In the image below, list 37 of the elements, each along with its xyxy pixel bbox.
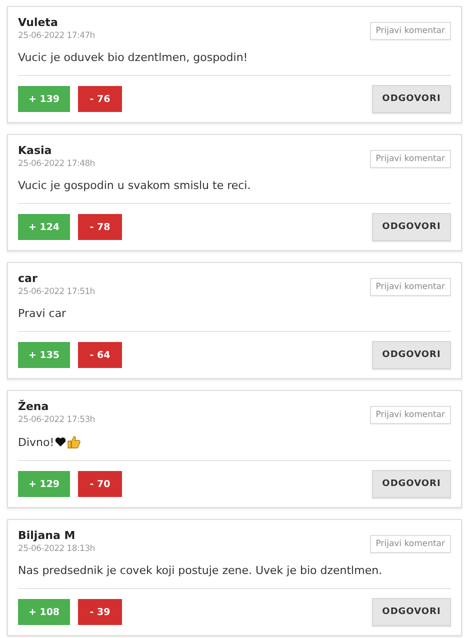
upvote-button[interactable]: + 139: [18, 86, 70, 112]
report-button[interactable]: Prijavi komentar: [370, 535, 451, 553]
comment-text: Vucic je oduvek bio dzentlmen, gospodin!: [18, 51, 248, 64]
report-button[interactable]: Prijavi komentar: [370, 22, 451, 40]
comment-text: Nas predsednik je covek koji postuje zene. Uvek je bio dzentlmen.: [18, 564, 382, 577]
author-name: car: [18, 272, 38, 285]
comment-text: Divno!: [18, 436, 54, 448]
reply-button[interactable]: ODGOVORI: [372, 85, 451, 113]
heart-icon: [55, 437, 66, 447]
comment-text: Pravi car: [18, 307, 66, 320]
report-button[interactable]: Prijavi komentar: [370, 406, 451, 424]
upvote-button[interactable]: + 108: [18, 599, 70, 625]
upvote-button[interactable]: + 129: [18, 471, 70, 497]
author-name: Biljana M: [18, 529, 76, 542]
upvote-button[interactable]: + 124: [18, 214, 70, 240]
reply-button[interactable]: ODGOVORI: [372, 213, 451, 241]
thumbs-up-icon: [67, 435, 82, 449]
report-button[interactable]: Prijavi komentar: [370, 150, 451, 168]
downvote-button[interactable]: - 78: [78, 214, 122, 240]
upvote-button[interactable]: + 135: [18, 342, 70, 368]
comment-date: 25-06-2022 17:53h: [18, 415, 95, 425]
comment-date: 25-06-2022 17:48h: [18, 159, 95, 169]
comment-date: 25-06-2022 18:13h: [18, 544, 95, 554]
comment-date: 25-06-2022 17:47h: [18, 31, 95, 41]
comment-date: 25-06-2022 17:51h: [18, 287, 95, 297]
author-name: Žena: [18, 400, 50, 413]
reply-button[interactable]: ODGOVORI: [372, 470, 451, 498]
downvote-button[interactable]: - 70: [78, 471, 122, 497]
reply-button[interactable]: ODGOVORI: [372, 598, 451, 626]
author-name: Vuleta: [18, 16, 59, 29]
downvote-button[interactable]: - 76: [78, 86, 122, 112]
downvote-button[interactable]: - 39: [78, 599, 122, 625]
author-name: Kasia: [18, 144, 53, 157]
reply-button[interactable]: ODGOVORI: [372, 341, 451, 369]
report-button[interactable]: Prijavi komentar: [370, 278, 451, 296]
comment-text: Vucic je gospodin u svakom smislu te reci.: [18, 179, 251, 192]
downvote-button[interactable]: - 64: [78, 342, 122, 368]
